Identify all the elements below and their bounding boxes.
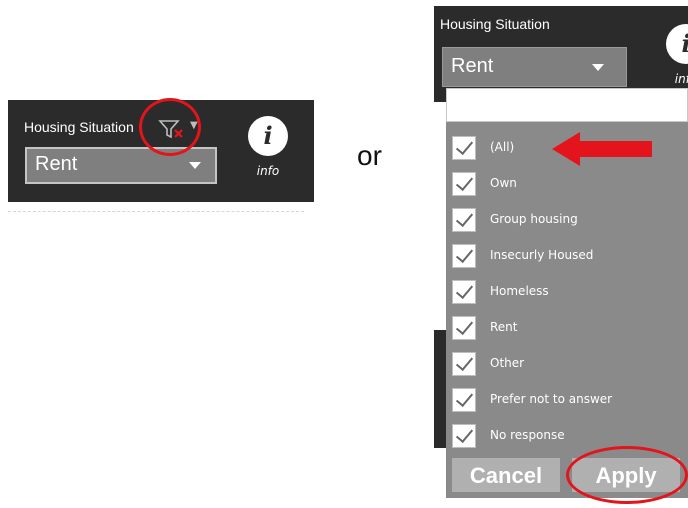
checkbox-checked[interactable] (452, 136, 476, 160)
filter-title: Housing Situation (24, 119, 134, 135)
housing-dropdown[interactable]: Rent (25, 147, 217, 184)
list-item-label: Insecurly Housed (490, 248, 594, 262)
divider (8, 211, 304, 212)
list-item-label: Prefer not to answer (490, 392, 613, 406)
list-item-other[interactable]: Other (452, 350, 682, 378)
list-item-own[interactable]: Own (452, 170, 682, 198)
checkbox-checked[interactable] (452, 244, 476, 268)
list-item-homeless[interactable]: Homeless (452, 278, 682, 306)
annotation-arrow-icon (552, 132, 652, 166)
checkbox-checked[interactable] (452, 424, 476, 448)
checkbox-checked[interactable] (452, 280, 476, 304)
info-icon[interactable]: i (248, 116, 288, 156)
background-panel-fragment (434, 330, 446, 448)
checkbox-checked[interactable] (452, 388, 476, 412)
list-item-prefer-not-to-answer[interactable]: Prefer not to answer (452, 386, 682, 414)
checkbox-checked[interactable] (452, 316, 476, 340)
search-input[interactable] (446, 88, 688, 122)
chevron-down-icon (189, 162, 201, 169)
list-item-rent[interactable]: Rent (452, 314, 682, 342)
list-item-label: Own (490, 176, 517, 190)
cancel-button[interactable]: Cancel (452, 458, 560, 492)
info-icon[interactable]: i (666, 24, 688, 64)
list-item-label: Other (490, 356, 525, 370)
info-label: info (256, 164, 280, 178)
list-item-label: Homeless (490, 284, 549, 298)
or-label: or (357, 140, 382, 171)
list-item-label: Group housing (490, 212, 578, 226)
list-item-label: Rent (490, 320, 518, 334)
dropdown-value: Rent (35, 153, 78, 175)
checkbox-checked[interactable] (452, 208, 476, 232)
info-label: info (674, 72, 688, 86)
list-item-label: No response (490, 428, 565, 442)
checkbox-checked[interactable] (452, 352, 476, 376)
dropdown-value: Rent (451, 55, 494, 77)
list-item-no-response[interactable]: No response (452, 422, 682, 450)
list-item-group-housing[interactable]: Group housing (452, 206, 682, 234)
annotation-circle-clear-filter (139, 98, 201, 156)
checkbox-checked[interactable] (452, 172, 476, 196)
chevron-down-icon (592, 64, 604, 71)
housing-dropdown[interactable]: Rent (442, 47, 627, 87)
filter-title: Housing Situation (440, 16, 550, 32)
list-item-label: (All) (490, 140, 515, 154)
annotation-circle-apply (566, 446, 688, 504)
list-item-insecurely-housed[interactable]: Insecurly Housed (452, 242, 682, 270)
